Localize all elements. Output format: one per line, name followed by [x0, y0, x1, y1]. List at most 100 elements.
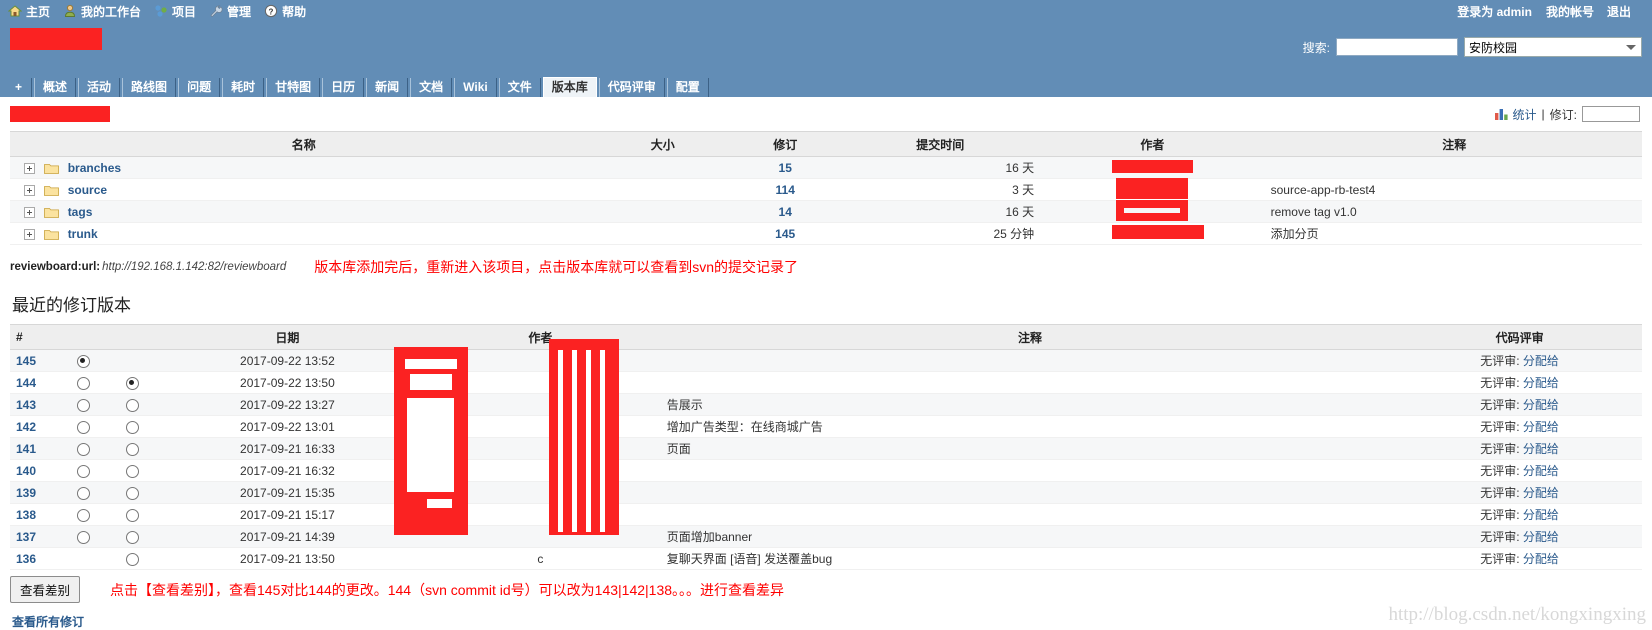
- account-area: 登录为 admin 我的帐号 退出: [1457, 3, 1644, 20]
- rev-radio-from[interactable]: [76, 442, 90, 456]
- review-assign-link[interactable]: 分配给: [1523, 376, 1559, 390]
- repo-revision-link[interactable]: 15: [779, 161, 792, 175]
- col-name[interactable]: 名称: [10, 131, 598, 157]
- rev-number-link[interactable]: 140: [16, 464, 36, 478]
- revision-filter-input[interactable]: [1582, 106, 1640, 122]
- repo-dir-link[interactable]: branches: [68, 161, 121, 175]
- review-assign-link[interactable]: 分配给: [1523, 420, 1559, 434]
- rev-number-link[interactable]: 137: [16, 530, 36, 544]
- repo-revision-link[interactable]: 145: [775, 227, 795, 241]
- col-size[interactable]: 大小: [597, 131, 729, 157]
- rev-review-cell: 无评审: 分配给: [1397, 503, 1642, 526]
- nav-item-admin[interactable]: 管理: [209, 3, 251, 20]
- review-assign-link[interactable]: 分配给: [1523, 398, 1559, 412]
- repo-revision-cell: 145: [728, 222, 843, 245]
- rev-radio-to[interactable]: [125, 552, 139, 566]
- tab-roadmap[interactable]: 路线图: [122, 78, 177, 97]
- col-author[interactable]: 作者: [1038, 131, 1267, 157]
- tab-repository[interactable]: 版本库: [542, 77, 597, 97]
- rev-comment-cell: 告展示: [662, 393, 1398, 416]
- expand-icon[interactable]: [24, 162, 35, 174]
- rev-radio-to[interactable]: [125, 530, 139, 544]
- tab-gantt[interactable]: 甘特图: [266, 78, 321, 97]
- nav-item-my-workbench[interactable]: 我的工作台: [63, 3, 141, 20]
- tab-wiki[interactable]: Wiki: [454, 78, 497, 97]
- review-assign-link[interactable]: 分配给: [1523, 552, 1559, 566]
- nav-item-projects[interactable]: 项目: [154, 3, 196, 20]
- rev-number-link[interactable]: 139: [16, 486, 36, 500]
- review-assign-link[interactable]: 分配给: [1523, 442, 1559, 456]
- tab-spent-time[interactable]: 耗时: [222, 78, 265, 97]
- rev-radio-from[interactable]: [76, 376, 90, 390]
- repo-revision-link[interactable]: 114: [776, 183, 795, 197]
- project-select[interactable]: 安防校园: [1464, 37, 1642, 57]
- my-account-link[interactable]: 我的帐号: [1546, 3, 1594, 20]
- col-revision[interactable]: 修订: [728, 131, 843, 157]
- rev-number-link[interactable]: 141: [16, 442, 36, 456]
- nav-item-help[interactable]: ? 帮助: [264, 3, 306, 20]
- projects-icon: [154, 4, 168, 18]
- tab-issues[interactable]: 问题: [178, 78, 221, 97]
- rev-review-cell: 无评审: 分配给: [1397, 349, 1642, 372]
- expand-icon[interactable]: [24, 206, 35, 218]
- expand-icon[interactable]: [24, 184, 35, 196]
- rev-radio-to[interactable]: [125, 398, 139, 412]
- rev-comment-cell: [662, 459, 1398, 482]
- rev-number-link[interactable]: 145: [16, 354, 36, 368]
- statistics-link[interactable]: 统计: [1513, 106, 1537, 123]
- repo-revision-link[interactable]: 14: [779, 205, 792, 219]
- repo-dir-link[interactable]: trunk: [68, 227, 98, 241]
- review-assign-link[interactable]: 分配给: [1523, 354, 1559, 368]
- rev-radio-b-cell: [107, 481, 157, 504]
- repo-dir-link[interactable]: source: [68, 183, 107, 197]
- tab-files[interactable]: 文件: [498, 78, 541, 97]
- rev-radio-from[interactable]: [76, 464, 90, 478]
- nav-item-home[interactable]: 主页: [8, 3, 50, 20]
- search-input[interactable]: [1336, 38, 1458, 56]
- rev-date-cell: 2017-09-22 13:27: [156, 393, 418, 416]
- rev-date-cell: 2017-09-21 16:33: [156, 437, 418, 460]
- repo-dir-link[interactable]: tags: [68, 205, 93, 219]
- tab-settings[interactable]: 配置: [666, 78, 709, 97]
- review-assign-link[interactable]: 分配给: [1523, 486, 1559, 500]
- project-tab-bar: + 概述 活动 路线图 问题 耗时 甘特图 日历 新闻 文档 Wiki 文件 版…: [0, 72, 1652, 97]
- expand-icon[interactable]: [24, 228, 35, 240]
- review-assign-link[interactable]: 分配给: [1523, 508, 1559, 522]
- rev-number-cell: 141: [10, 437, 59, 460]
- rev-radio-from[interactable]: [76, 398, 90, 412]
- rev-number-link[interactable]: 144: [16, 376, 36, 390]
- tab-code-review[interactable]: 代码评审: [598, 78, 665, 97]
- rev-radio-from[interactable]: [76, 420, 90, 434]
- view-diff-button[interactable]: 查看差别: [10, 576, 81, 603]
- tab-activity[interactable]: 活动: [78, 78, 121, 97]
- tab-calendar[interactable]: 日历: [322, 78, 365, 97]
- rev-radio-to[interactable]: [125, 508, 139, 522]
- repo-size-cell: [597, 178, 729, 201]
- rev-radio-to[interactable]: [125, 486, 139, 500]
- rev-number-link[interactable]: 142: [16, 420, 36, 434]
- rev-radio-from[interactable]: [76, 508, 90, 522]
- tab-documents[interactable]: 文档: [410, 78, 453, 97]
- col-commit-time[interactable]: 提交时间: [842, 131, 1039, 157]
- rev-radio-from[interactable]: [76, 354, 90, 368]
- rev-radio-to[interactable]: [125, 464, 139, 478]
- help-icon: ?: [264, 4, 278, 18]
- tab-overview[interactable]: 概述: [34, 78, 77, 97]
- review-assign-link[interactable]: 分配给: [1523, 530, 1559, 544]
- rev-radio-from[interactable]: [76, 486, 90, 500]
- col-comment[interactable]: 注释: [1266, 131, 1642, 157]
- rev-radio-to[interactable]: [125, 420, 139, 434]
- rev-radio-to[interactable]: [125, 376, 139, 390]
- review-assign-link[interactable]: 分配给: [1523, 464, 1559, 478]
- rev-radio-b-cell: [107, 393, 157, 416]
- tab-add[interactable]: +: [6, 78, 33, 97]
- tab-news[interactable]: 新闻: [366, 78, 409, 97]
- logout-link[interactable]: 退出: [1607, 3, 1631, 20]
- rev-number-link[interactable]: 143: [16, 398, 36, 412]
- rev-number-link[interactable]: 138: [16, 508, 36, 522]
- rev-radio-from[interactable]: [76, 530, 90, 544]
- rev-number-link[interactable]: 136: [16, 552, 36, 566]
- repo-comment-cell: remove tag v1.0: [1266, 200, 1642, 223]
- repo-comment-cell: [1266, 156, 1642, 179]
- rev-radio-to[interactable]: [125, 442, 139, 456]
